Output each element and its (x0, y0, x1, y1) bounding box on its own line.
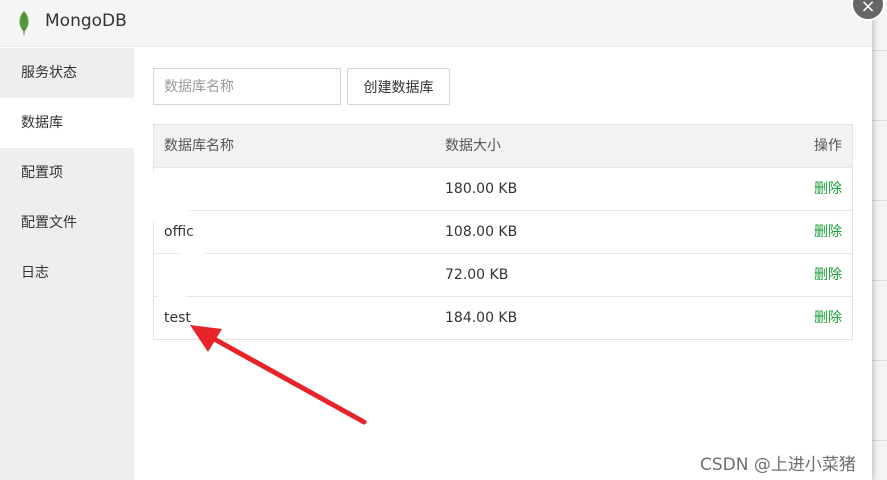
delete-link[interactable]: 删除 (814, 254, 842, 296)
sidebar-item-config-options[interactable]: 配置项 (0, 148, 134, 198)
mongodb-dialog: MongoDB 服务状态 数据库 配置项 配置文件 日志 创建数据库 数据库名称… (0, 0, 872, 480)
delete-link[interactable]: 删除 (814, 168, 842, 210)
database-size: 72.00 KB (445, 267, 509, 283)
delete-link[interactable]: 删除 (814, 297, 842, 339)
database-name-input[interactable] (153, 68, 341, 105)
redaction-overlay (158, 268, 186, 308)
database-size: 184.00 KB (445, 310, 518, 326)
table-header-row: 数据库名称 数据大小 操作 (154, 125, 852, 167)
database-size: 180.00 KB (445, 181, 518, 197)
table-row: 72.00 KB 删除 (154, 253, 852, 296)
database-size: 108.00 KB (445, 224, 518, 240)
table-row: 180.00 KB 删除 (154, 167, 852, 210)
column-header-name: 数据库名称 (164, 138, 234, 154)
column-header-size: 数据大小 (445, 138, 501, 154)
sidebar-item-service-status[interactable]: 服务状态 (0, 48, 134, 98)
window-title: MongoDB (45, 11, 127, 31)
create-database-button[interactable]: 创建数据库 (347, 68, 450, 105)
watermark-text: CSDN @上进小菜猪 (700, 455, 856, 475)
sidebar-item-databases[interactable]: 数据库 (0, 98, 134, 148)
title-bar: MongoDB (0, 0, 872, 47)
sidebar: 服务状态 数据库 配置项 配置文件 日志 (0, 48, 134, 480)
table-row: test 184.00 KB 删除 (154, 296, 852, 339)
column-header-action: 操作 (814, 138, 842, 154)
main-content: 创建数据库 数据库名称 数据大小 操作 180.00 KB 删除 offic 1… (134, 48, 872, 480)
table-row: offic 108.00 KB 删除 (154, 210, 852, 253)
sidebar-item-logs[interactable]: 日志 (0, 248, 134, 298)
redaction-overlay (150, 172, 190, 222)
sidebar-item-config-file[interactable]: 配置文件 (0, 198, 134, 248)
mongodb-leaf-icon (17, 10, 31, 40)
database-table: 数据库名称 数据大小 操作 180.00 KB 删除 offic 108.00 … (153, 124, 853, 340)
delete-link[interactable]: 删除 (814, 211, 842, 253)
background-window-edge (872, 0, 887, 480)
